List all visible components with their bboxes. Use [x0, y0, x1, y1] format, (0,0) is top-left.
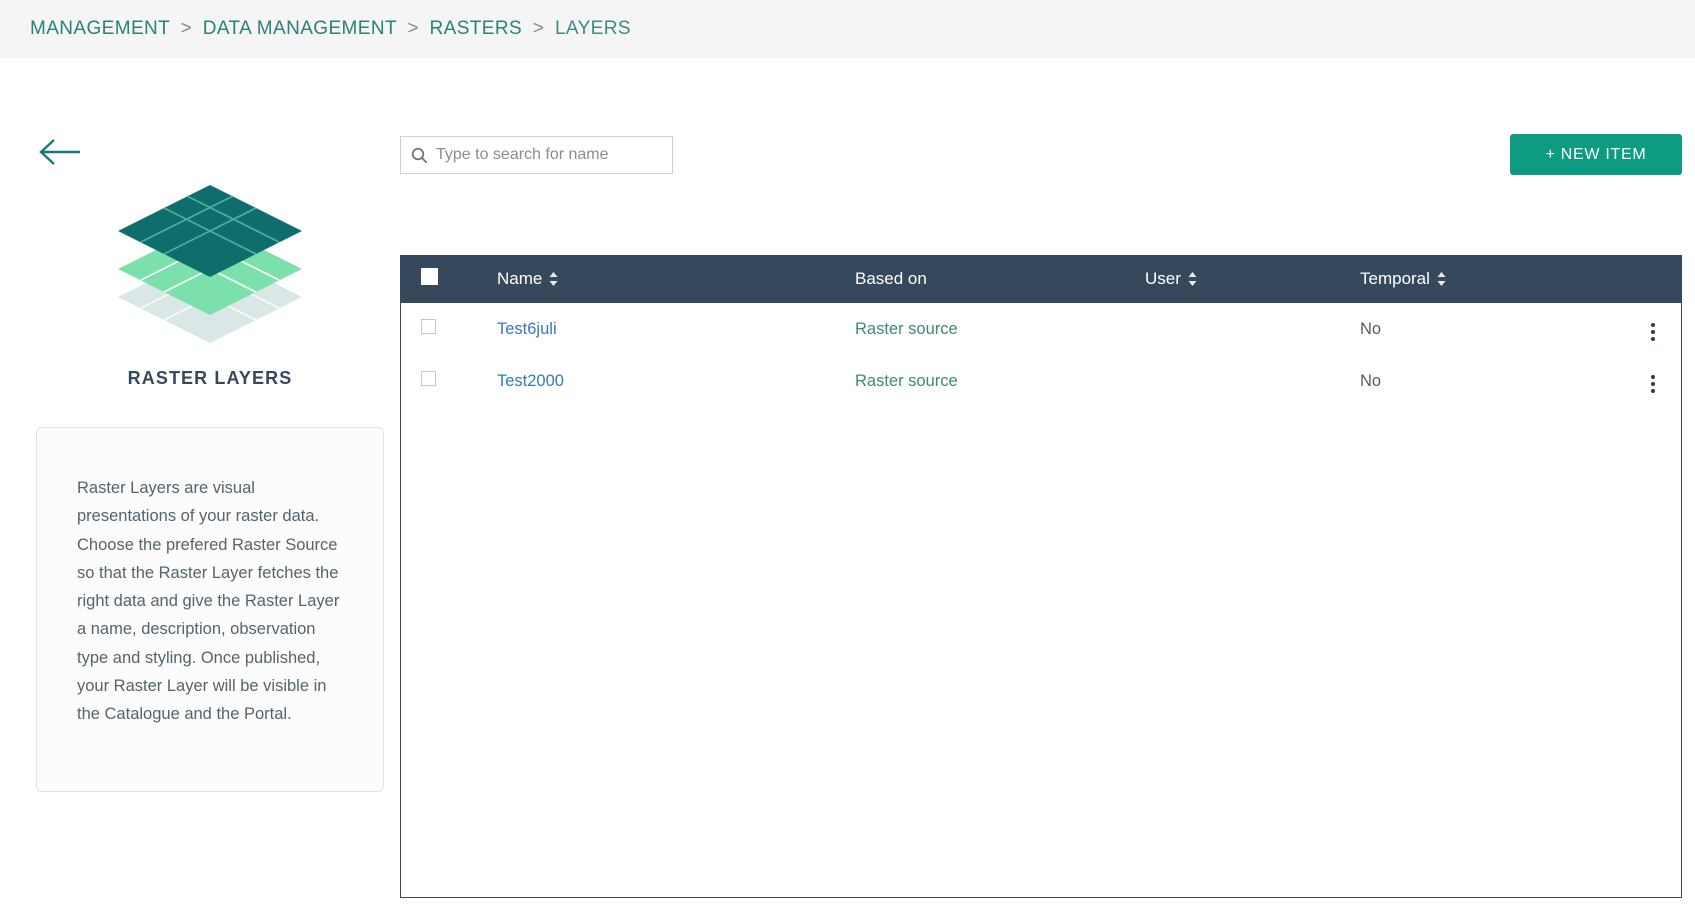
sort-arrows-icon [1188, 272, 1197, 286]
table-header-row: Name Based on User Temporal [401, 255, 1681, 303]
header-user-label: User [1145, 269, 1181, 288]
row-select-cell [401, 303, 497, 355]
row-actions-cell [1590, 303, 1681, 355]
items-table: Name Based on User Temporal Test6juli Ra… [400, 255, 1682, 898]
breadcrumb: MANAGEMENT > DATA MANAGEMENT > RASTERS >… [30, 18, 631, 40]
row-name-cell: Test2000 [497, 355, 855, 407]
header-based-on-label: Based on [855, 269, 927, 288]
breadcrumb-bar: MANAGEMENT > DATA MANAGEMENT > RASTERS >… [0, 0, 1695, 58]
select-all-checkbox[interactable] [421, 268, 438, 285]
row-name-link[interactable]: Test2000 [497, 372, 564, 390]
row-based-on-link[interactable]: Raster source [855, 372, 958, 390]
info-box: Raster Layers are visual presentations o… [36, 427, 384, 792]
row-based-on-link[interactable]: Raster source [855, 320, 958, 338]
header-name[interactable]: Name [497, 255, 855, 303]
back-button[interactable] [36, 136, 82, 168]
header-name-label: Name [497, 269, 543, 288]
sort-arrows-icon [1437, 272, 1446, 286]
row-actions-cell [1590, 355, 1681, 407]
table-row[interactable]: Test6juli Raster source No [401, 303, 1681, 355]
kebab-menu-icon[interactable] [1647, 371, 1659, 397]
panel-title: RASTER LAYERS [127, 368, 293, 388]
row-based-on-cell: Raster source [855, 303, 1145, 355]
layers-stack-icon [36, 168, 384, 348]
breadcrumb-item-layers[interactable]: LAYERS [555, 18, 631, 39]
search-icon [411, 147, 428, 163]
row-temporal-cell: No [1360, 371, 1382, 390]
breadcrumb-separator: > [180, 17, 193, 39]
breadcrumb-separator: > [532, 17, 545, 39]
row-based-on-cell: Raster source [855, 355, 1145, 407]
breadcrumb-item-rasters[interactable]: RASTERS [430, 18, 523, 39]
header-actions [1590, 255, 1681, 303]
table-body: Test6juli Raster source No Test2000 Rast… [401, 303, 1681, 407]
left-info-panel: RASTER LAYERS Raster Layers are visual p… [36, 168, 384, 792]
row-select-cell [401, 355, 497, 407]
search-input[interactable] [436, 146, 662, 164]
table-head: Name Based on User Temporal [401, 255, 1681, 303]
kebab-menu-icon[interactable] [1647, 319, 1659, 345]
header-select-all [401, 255, 497, 303]
row-user-cell [1145, 303, 1360, 355]
header-temporal-label: Temporal [1360, 269, 1430, 288]
row-name-link[interactable]: Test6juli [497, 320, 557, 338]
sort-arrows-icon [549, 272, 558, 286]
page-body: RASTER LAYERS Raster Layers are visual p… [0, 58, 1695, 910]
header-user[interactable]: User [1145, 255, 1360, 303]
breadcrumb-separator: > [407, 17, 419, 39]
header-temporal[interactable]: Temporal [1360, 255, 1590, 303]
info-description: Raster Layers are visual presentations o… [77, 479, 340, 724]
table-row[interactable]: Test2000 Raster source No [401, 355, 1681, 407]
row-name-cell: Test6juli [497, 303, 855, 355]
row-checkbox[interactable] [421, 319, 436, 334]
search-box[interactable] [400, 136, 673, 174]
arrow-left-icon [39, 139, 80, 165]
row-checkbox[interactable] [421, 371, 436, 386]
breadcrumb-item-data-management[interactable]: DATA MANAGEMENT [203, 18, 397, 39]
row-user-cell [1145, 355, 1360, 407]
table: Name Based on User Temporal Test6juli Ra… [401, 255, 1681, 407]
header-based-on: Based on [855, 255, 1145, 303]
row-temporal-cell: No [1360, 319, 1382, 338]
breadcrumb-item-management[interactable]: MANAGEMENT [30, 18, 170, 39]
new-item-button[interactable]: + NEW ITEM [1510, 134, 1682, 175]
